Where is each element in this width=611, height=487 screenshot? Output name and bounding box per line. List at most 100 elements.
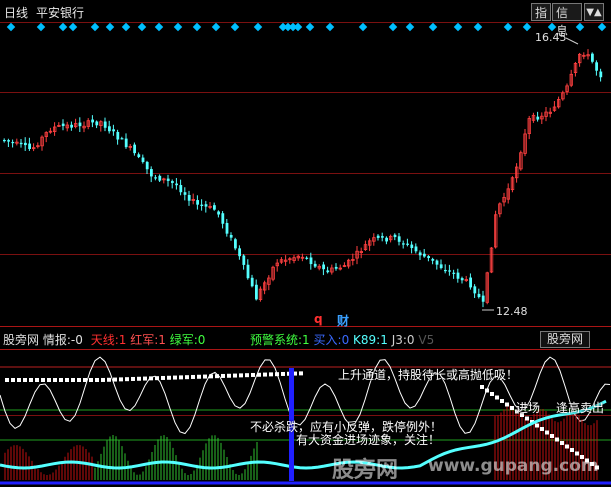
lvjun-value: 0 <box>197 333 206 347</box>
candle-down <box>78 122 82 127</box>
mairu-value: 0 <box>341 333 350 347</box>
candle-down <box>187 194 191 201</box>
candle-down <box>376 235 380 238</box>
signal-diamond-icon <box>575 22 585 32</box>
candle-down <box>456 272 460 279</box>
candle-down <box>431 258 435 261</box>
k89-value: 1 <box>380 333 388 347</box>
step-marker <box>505 402 509 407</box>
candle-down <box>91 119 94 123</box>
candle-down <box>250 277 254 287</box>
watermark-url: www.gupang.com <box>428 456 599 476</box>
step-marker <box>125 377 129 382</box>
step-marker <box>59 378 63 382</box>
candle-down <box>242 255 246 265</box>
k89-label: K89: <box>353 333 381 347</box>
step-marker <box>119 377 123 382</box>
info-value: -0 <box>70 333 83 347</box>
candle-down <box>599 71 603 78</box>
step-marker <box>480 385 484 389</box>
candle-down <box>393 234 397 238</box>
candle-down <box>418 252 422 256</box>
candle-down <box>217 211 220 215</box>
signal-diamond-icon <box>36 22 46 32</box>
step-marker <box>221 373 225 378</box>
candle-down <box>435 260 439 265</box>
signal-diamond-icon <box>358 22 368 32</box>
candle-down <box>423 253 426 257</box>
marker-q: q <box>314 312 323 326</box>
candle-down <box>255 284 258 300</box>
step-marker <box>101 377 105 382</box>
candle-down <box>385 237 388 242</box>
step-marker <box>155 376 159 381</box>
step-marker <box>251 372 255 377</box>
candle-down <box>124 138 128 148</box>
candle-down <box>460 278 464 281</box>
step-marker <box>83 378 87 382</box>
step-marker <box>550 434 554 438</box>
step-marker <box>570 448 574 452</box>
signal-diamond-icon <box>547 22 557 32</box>
candle-down <box>7 140 10 142</box>
v5-label: V5 <box>418 333 435 347</box>
candle-down <box>591 53 594 62</box>
step-marker <box>143 376 147 381</box>
candle-down <box>183 192 187 195</box>
candle-down <box>238 248 241 257</box>
candle-down <box>61 123 65 127</box>
candle-down <box>175 183 178 186</box>
step-marker <box>575 451 579 456</box>
signal-diamond-icon <box>597 22 607 32</box>
step-marker <box>545 430 549 435</box>
step-marker <box>35 378 39 382</box>
candle-down <box>196 200 199 205</box>
candle-down <box>137 154 141 158</box>
low-price-label: 12.48 <box>496 305 528 318</box>
candle-down <box>103 121 107 128</box>
candle-down <box>24 142 27 146</box>
candle-down <box>322 264 325 270</box>
step-marker <box>17 378 21 382</box>
signal-diamond-icon <box>428 22 438 32</box>
step-marker <box>113 377 117 382</box>
candle-down <box>133 144 136 154</box>
high-price-label: 16.45 <box>535 31 567 44</box>
big-funds-message: 有大资金进场迹象，关注！ <box>296 433 441 447</box>
candle-down <box>145 161 149 170</box>
signal-diamond-icon <box>90 22 100 32</box>
signal-diamond-icon <box>68 22 78 32</box>
high-leader-line <box>565 37 579 45</box>
enter-market-message: 进场 <box>516 401 541 415</box>
step-marker <box>495 395 499 400</box>
scale-sell-message: 逢高卖出 <box>556 401 605 415</box>
signal-diamond-icon <box>522 22 532 32</box>
candle-down <box>381 236 384 238</box>
candle-down <box>28 143 31 149</box>
candle-down <box>397 236 401 242</box>
candle-down <box>120 138 124 140</box>
step-marker <box>239 373 243 378</box>
panel-name: 股旁网 <box>3 333 40 347</box>
candle-down <box>11 141 15 144</box>
signal-diamond-icon <box>121 22 131 32</box>
candle-down <box>309 257 313 265</box>
lvjun-label: 绿军: <box>169 333 198 347</box>
candle-down <box>108 126 111 132</box>
step-marker <box>161 375 165 380</box>
step-marker <box>131 376 135 381</box>
step-marker <box>227 373 231 378</box>
j3-label: J3: <box>391 333 407 347</box>
candle-down <box>410 244 414 249</box>
candle-down <box>326 270 330 273</box>
step-marker <box>191 374 195 379</box>
signal-diamond-icon <box>154 22 164 32</box>
candle-down <box>204 204 208 207</box>
step-marker <box>137 376 141 381</box>
step-marker <box>53 378 57 382</box>
candle-down <box>448 270 451 272</box>
panel-switch-button[interactable]: 股旁网 <box>540 331 591 348</box>
signal-diamond-icon <box>211 22 221 32</box>
step-marker <box>281 371 285 376</box>
step-marker <box>11 378 15 382</box>
